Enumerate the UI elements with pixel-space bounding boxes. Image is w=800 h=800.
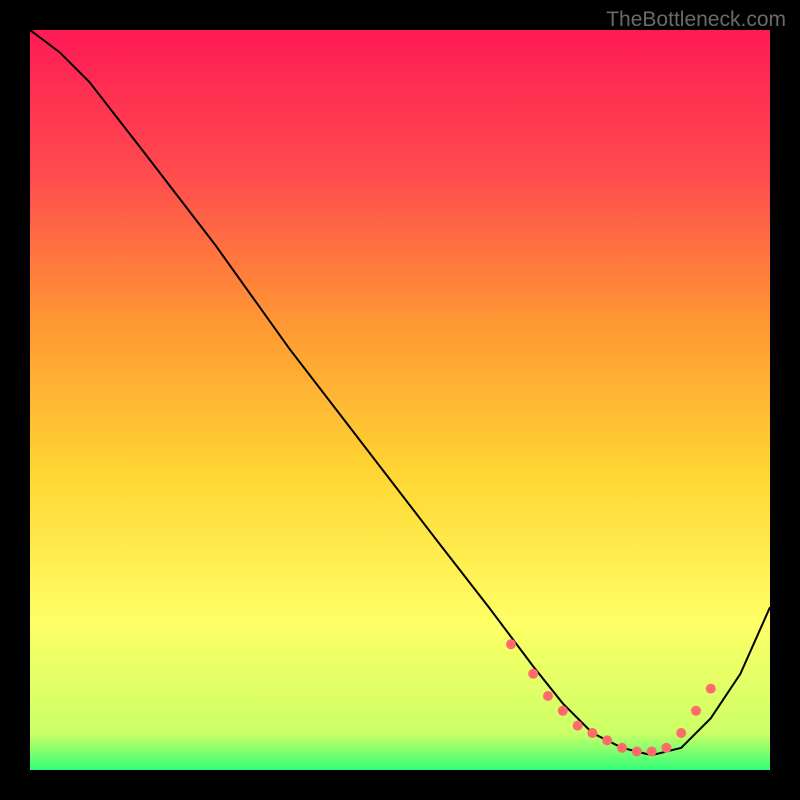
chart-svg (30, 30, 770, 770)
dot (676, 728, 686, 738)
dot (706, 684, 716, 694)
dot (647, 747, 657, 757)
dot (587, 728, 597, 738)
dot (506, 639, 516, 649)
dot (543, 691, 553, 701)
dot (528, 669, 538, 679)
dot (632, 747, 642, 757)
dot (661, 743, 671, 753)
dot (691, 706, 701, 716)
dot (617, 743, 627, 753)
watermark-label: TheBottleneck.com (606, 8, 786, 32)
chart-area (30, 30, 770, 770)
dot (558, 706, 568, 716)
gradient-bg (30, 30, 770, 770)
dot (573, 721, 583, 731)
dot (602, 735, 612, 745)
